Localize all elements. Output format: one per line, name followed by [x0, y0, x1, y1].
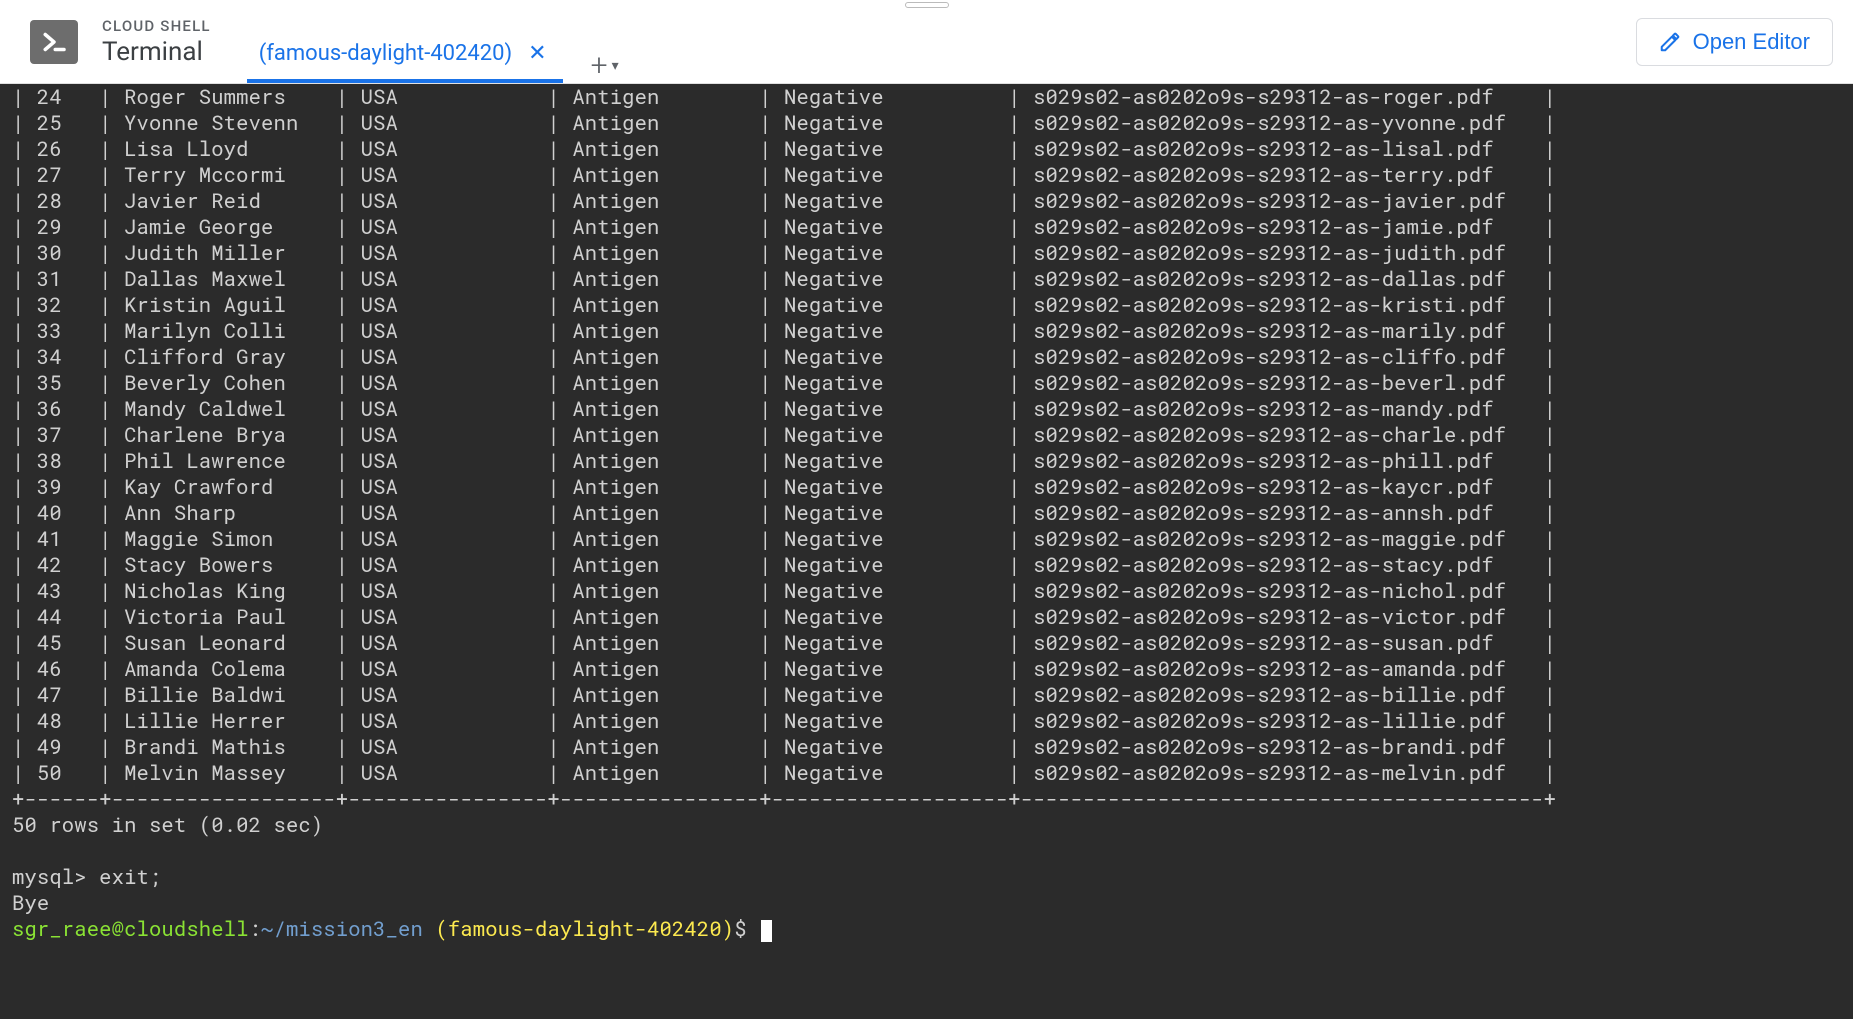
open-editor-button[interactable]: Open Editor: [1636, 18, 1833, 66]
plus-icon: +: [591, 48, 608, 83]
chevron-down-icon: ▾: [612, 58, 619, 74]
close-icon[interactable]: ✕: [524, 37, 550, 70]
new-tab-button[interactable]: + ▾: [591, 48, 619, 83]
header-small-title: CLOUD SHELL: [102, 17, 211, 35]
open-editor-label: Open Editor: [1693, 29, 1810, 55]
header-large-title: Terminal: [102, 37, 211, 67]
cloud-shell-icon: [30, 20, 78, 64]
header-bar: CLOUD SHELL Terminal (famous-daylight-40…: [0, 0, 1853, 84]
pencil-icon: [1659, 31, 1681, 53]
tab-active[interactable]: (famous-daylight-402420) ✕: [247, 27, 563, 83]
terminal-output[interactable]: | 24 | Roger Summers | USA | Antigen | N…: [0, 84, 1853, 1019]
tab-label: (famous-daylight-402420): [259, 41, 512, 66]
drag-handle[interactable]: [905, 2, 949, 8]
